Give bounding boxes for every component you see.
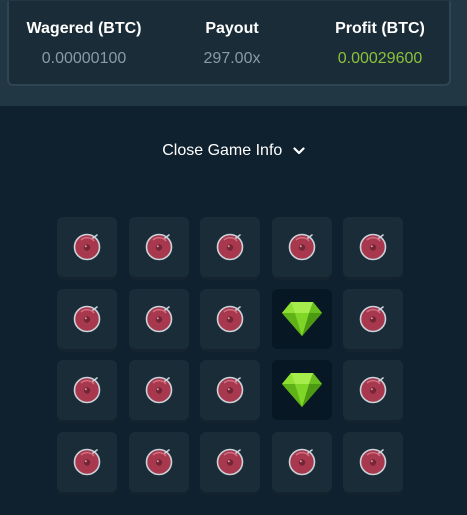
gem-tile[interactable] <box>271 288 332 349</box>
mine-icon <box>215 447 245 477</box>
mine-tile[interactable] <box>128 431 189 492</box>
mine-icon <box>72 232 102 262</box>
mine-icon <box>287 232 317 262</box>
mine-tile[interactable] <box>271 431 332 492</box>
mine-tile[interactable] <box>128 288 189 349</box>
payout-value: 297.00x <box>203 50 261 67</box>
mine-icon <box>144 375 174 405</box>
mine-tile[interactable] <box>343 217 403 277</box>
mine-icon <box>358 375 388 405</box>
mine-tile[interactable] <box>343 288 403 349</box>
mine-tile[interactable] <box>271 217 332 277</box>
mine-icon <box>144 304 174 334</box>
mine-tile[interactable] <box>343 360 403 420</box>
close-game-info-button[interactable]: Close Game Info <box>0 142 467 160</box>
profit-label: Profit (BTC) <box>335 20 425 37</box>
mine-tile[interactable] <box>343 431 403 492</box>
payout-label: Payout <box>205 20 259 37</box>
wagered-value: 0.00000100 <box>41 50 127 67</box>
mine-icon <box>72 375 102 405</box>
mine-icon <box>358 447 388 477</box>
mine-tile[interactable] <box>57 360 117 420</box>
gem-tile[interactable] <box>271 360 332 420</box>
wagered-label: Wagered (BTC) <box>26 20 142 37</box>
mine-icon <box>358 232 388 262</box>
mine-icon <box>144 447 174 477</box>
mine-icon <box>215 375 245 405</box>
mine-tile[interactable] <box>57 431 117 492</box>
mine-icon <box>144 232 174 262</box>
mine-tile[interactable] <box>200 217 260 277</box>
mine-icon <box>72 447 102 477</box>
mine-tile[interactable] <box>128 360 189 420</box>
gem-icon <box>280 300 324 338</box>
mine-tile[interactable] <box>128 217 189 277</box>
gem-icon <box>280 371 324 409</box>
mine-tile[interactable] <box>57 288 117 349</box>
mine-icon <box>72 304 102 334</box>
mine-tile[interactable] <box>200 360 260 420</box>
game-area: Close Game Info <box>0 106 467 515</box>
stats-box: Wagered (BTC) 0.00000100 Payout 297.00x … <box>7 1 451 86</box>
profit-value: 0.00029600 <box>337 50 423 67</box>
mine-tile[interactable] <box>57 217 117 277</box>
close-game-info-label: Close Game Info <box>162 142 283 159</box>
mine-tile[interactable] <box>200 288 260 349</box>
mine-icon <box>215 232 245 262</box>
mine-icon <box>358 304 388 334</box>
mine-tile[interactable] <box>200 431 260 492</box>
mine-icon <box>215 304 245 334</box>
chevron-down-icon <box>293 147 305 155</box>
bet-summary-panel: Wagered (BTC) 0.00000100 Payout 297.00x … <box>0 0 467 106</box>
mine-icon <box>287 447 317 477</box>
